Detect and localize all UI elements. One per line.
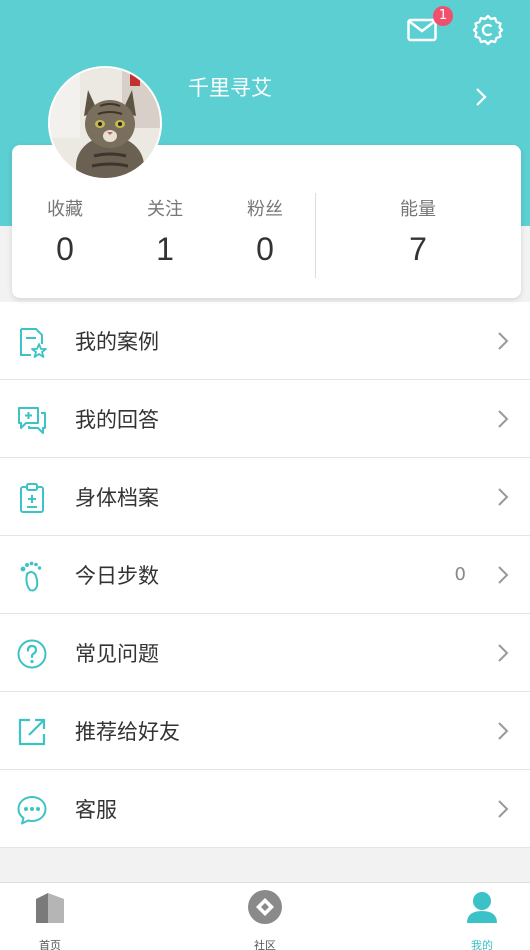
stat-label: 关注: [147, 199, 183, 220]
menu-item-label: 客服: [75, 798, 117, 822]
stat-label: 收藏: [47, 199, 83, 220]
tab-label: 我的: [471, 939, 493, 950]
gear-icon: [472, 14, 504, 46]
stat-value: 0: [56, 231, 74, 267]
menu-item-label: 推荐给好友: [75, 720, 180, 744]
question-icon: [17, 639, 47, 669]
tab-home[interactable]: 首页: [10, 889, 90, 950]
stats-divider: [315, 193, 316, 278]
cat-photo-image: [50, 68, 160, 178]
footprint-icon: [20, 561, 42, 592]
profile-icon: [467, 892, 497, 923]
home-icon: [36, 893, 64, 923]
menu-item-value: 0: [454, 564, 466, 585]
menu-item-label: 身体档案: [75, 486, 159, 510]
chevron-right-icon[interactable]: [474, 86, 488, 108]
menu-item-label: 常见问题: [75, 642, 159, 666]
chevron-right-icon: [498, 644, 509, 662]
tab-label: 社区: [254, 939, 276, 950]
avatar[interactable]: [48, 66, 162, 180]
menu-item-faq[interactable]: 常见问题: [0, 614, 530, 692]
chevron-right-icon: [498, 800, 509, 818]
tab-label: 首页: [39, 939, 61, 950]
stat-following[interactable]: 关注 1: [125, 195, 205, 268]
menu-item-label: 我的案例: [75, 330, 159, 354]
chevron-right-icon: [498, 722, 509, 740]
settings-button[interactable]: [470, 12, 506, 48]
menu-item-customer-service[interactable]: 客服: [0, 770, 530, 848]
stat-value: 1: [156, 231, 174, 267]
community-icon: [248, 890, 282, 924]
username[interactable]: 千里寻艾: [188, 72, 272, 102]
stat-energy[interactable]: 能量 7: [378, 195, 458, 268]
chevron-right-icon: [498, 566, 509, 584]
unread-badge: 1: [433, 6, 453, 26]
stat-label: 能量: [400, 199, 436, 220]
menu-item-recommend[interactable]: 推荐给好友: [0, 692, 530, 770]
menu-item-steps[interactable]: 今日步数 0: [0, 536, 530, 614]
stat-favorites[interactable]: 收藏 0: [25, 195, 105, 268]
tab-community[interactable]: 社区: [225, 889, 305, 950]
bottom-tab-bar: 首页 社区 我的: [0, 882, 530, 950]
stat-label: 粉丝: [247, 199, 283, 220]
answer-chat-icon: [18, 407, 46, 434]
stat-fans[interactable]: 粉丝 0: [225, 195, 305, 268]
customer-service-icon: [17, 796, 47, 825]
menu-item-my-answers[interactable]: 我的回答: [0, 380, 530, 458]
mail-icon: [407, 18, 437, 42]
menu-item-label: 我的回答: [75, 408, 159, 432]
clipboard-icon: [20, 483, 44, 513]
stat-value: 7: [409, 231, 427, 267]
menu-item-my-cases[interactable]: 我的案例: [0, 302, 530, 380]
menu-list: 我的案例 我的回答 身体档案 今日步数 0 常见问题 推荐给好友 客服: [0, 302, 530, 848]
case-star-icon: [20, 328, 47, 358]
menu-item-body-profile[interactable]: 身体档案: [0, 458, 530, 536]
chevron-right-icon: [498, 332, 509, 350]
chevron-right-icon: [498, 488, 509, 506]
menu-item-label: 今日步数: [75, 564, 159, 588]
stat-value: 0: [256, 231, 274, 267]
chevron-right-icon: [498, 410, 509, 428]
tab-profile[interactable]: 我的: [442, 889, 522, 950]
share-icon: [18, 718, 46, 746]
